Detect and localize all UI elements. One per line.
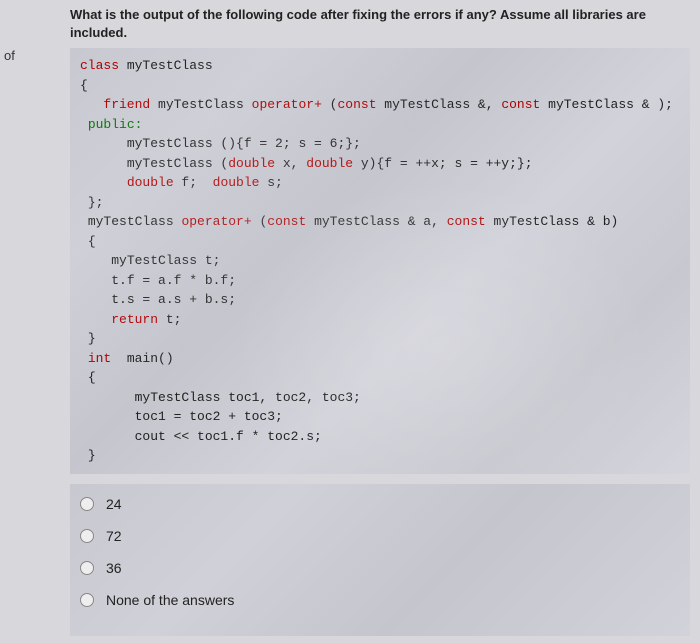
code-line: } <box>88 331 96 346</box>
code-text: myTestClass <box>158 97 252 112</box>
kw-operator: operator+ <box>252 97 322 112</box>
code-text: s; <box>259 175 282 190</box>
context-label: of <box>0 46 19 65</box>
kw-double: double <box>127 175 174 190</box>
answer-option-24[interactable]: 24 <box>80 496 680 512</box>
code-line: }; <box>88 195 104 210</box>
code-line: } <box>88 448 96 463</box>
code-text: y){f = ++x; s = ++y;}; <box>353 156 532 171</box>
kw-const: const <box>447 214 486 229</box>
radio-icon[interactable] <box>80 529 94 543</box>
kw-const: const <box>501 97 540 112</box>
code-line: t.s = a.s + b.s; <box>111 292 236 307</box>
kw-double: double <box>213 175 260 190</box>
code-line: { <box>80 78 88 93</box>
code-block: class myTestClass { friend myTestClass o… <box>70 48 690 474</box>
answer-option-36[interactable]: 36 <box>80 560 680 576</box>
code-text: myTestClass & ); <box>540 97 673 112</box>
code-text: myTestClass & a, <box>306 214 446 229</box>
radio-icon[interactable] <box>80 593 94 607</box>
answer-label: 72 <box>106 528 122 544</box>
kw-class: class <box>80 58 119 73</box>
code-text: f; <box>174 175 213 190</box>
code-text: myTestClass <box>88 214 182 229</box>
code-line: { <box>88 234 96 249</box>
answer-option-none[interactable]: None of the answers <box>80 592 680 608</box>
code-line: cout << toc1.f * toc2.s; <box>135 429 322 444</box>
radio-icon[interactable] <box>80 497 94 511</box>
code-line: { <box>88 370 96 385</box>
kw-double: double <box>228 156 275 171</box>
kw-int: int <box>88 351 111 366</box>
code-text: ( <box>322 97 338 112</box>
code-text: myTestClass &, <box>377 97 502 112</box>
code-line: myTestClass toc1, toc2, toc3; <box>135 390 361 405</box>
kw-public: public: <box>88 117 143 132</box>
kw-friend: friend <box>103 97 150 112</box>
kw-return: return <box>111 312 158 327</box>
kw-const: const <box>267 214 306 229</box>
kw-const: const <box>337 97 376 112</box>
code-line: myTestClass (){f = 2; s = 6;}; <box>127 136 361 151</box>
question-text: What is the output of the following code… <box>0 0 700 46</box>
code-line: toc1 = toc2 + toc3; <box>135 409 283 424</box>
code-line: myTestClass t; <box>111 253 220 268</box>
code-text: myTestClass & b) <box>486 214 619 229</box>
answers-section: 24 72 36 None of the answers <box>70 484 690 636</box>
code-text: main() <box>111 351 173 366</box>
kw-double: double <box>306 156 353 171</box>
answer-label: 36 <box>106 560 122 576</box>
code-text: t; <box>158 312 181 327</box>
answer-option-72[interactable]: 72 <box>80 528 680 544</box>
code-line: t.f = a.f * b.f; <box>111 273 236 288</box>
code-text: x, <box>275 156 306 171</box>
answer-label: None of the answers <box>106 592 234 608</box>
kw-operator: operator+ <box>181 214 251 229</box>
radio-icon[interactable] <box>80 561 94 575</box>
code-text: myTestClass ( <box>127 156 228 171</box>
code-text: ( <box>252 214 268 229</box>
answer-label: 24 <box>106 496 122 512</box>
class-name: myTestClass <box>127 58 213 73</box>
